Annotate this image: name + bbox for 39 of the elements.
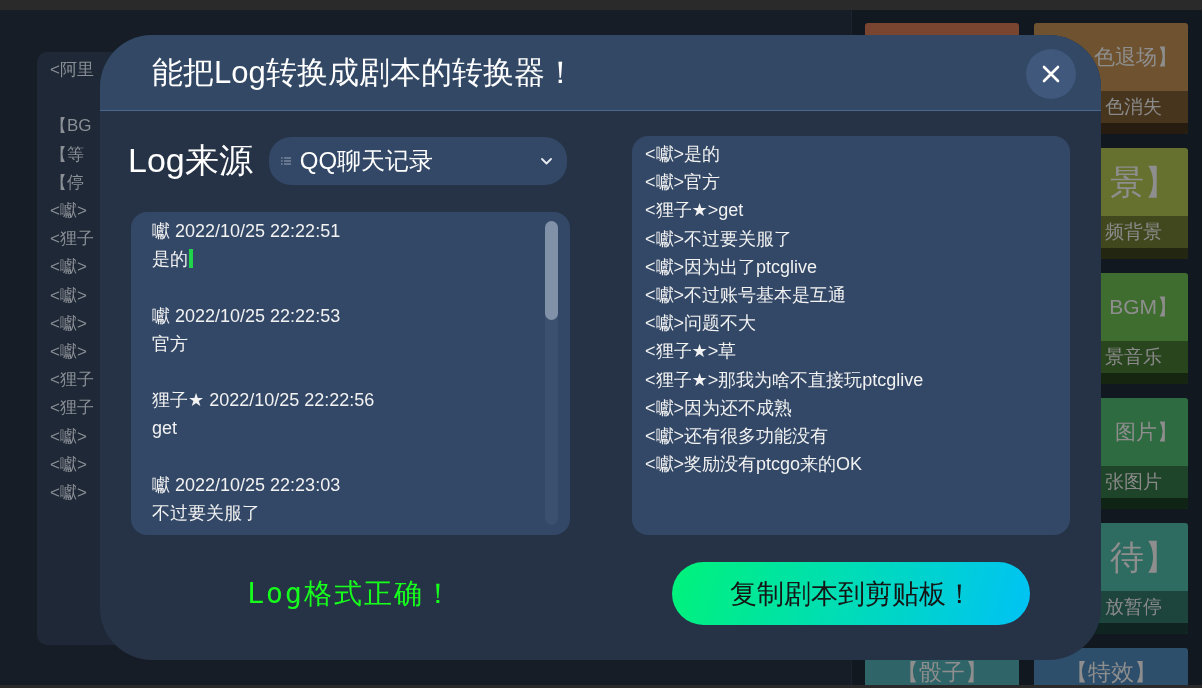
- close-button[interactable]: [1026, 48, 1076, 99]
- script-line: <囐>: [50, 341, 87, 363]
- command-title: 待】: [1110, 538, 1178, 576]
- script-line: 【BG: [50, 115, 92, 138]
- script-line: <狸子: [50, 228, 94, 251]
- script-line: <阿里: [50, 59, 94, 81]
- script-line: <囐>: [50, 482, 87, 505]
- script-line: <囐>: [50, 284, 87, 307]
- script-line: <狸子: [50, 369, 94, 392]
- chevron-down-icon: [541, 157, 552, 165]
- command-title: 色退场】: [1094, 45, 1178, 69]
- script-line: <囐>: [50, 200, 87, 222]
- log-input-field[interactable]: 囐 2022/10/25 22:22:51 是的 囐 2022/10/25 22:22:53 官方 狸子★ 2022/10/25 22:22:56 get 囐 2022/10/25 22:23:03 不过要关服了: [131, 212, 570, 535]
- log-source-select[interactable]: QQ聊天记录: [268, 137, 567, 185]
- validation-message: Log格式正确！: [247, 575, 454, 612]
- script-line: <囐>: [50, 453, 87, 476]
- command-title: 图片】: [1115, 420, 1178, 444]
- script-line: <囐>: [50, 425, 87, 448]
- script-output-field[interactable]: <囐>是的 <囐>官方 <狸子★>get <囐>不过要关服了 <囐>因为出了ptcglive <囐>不过账号基本是互通 <囐>问题不大 <狸子★>草 <狸子★>那我为啥不直接玩ptcglive <囐>因为还不成熟 <囐>还有很多功能没有 <囐>奖励没有ptcgo来的OK: [632, 136, 1070, 535]
- command-description: 景音乐: [1105, 345, 1162, 369]
- dialog-title: 能把Log转换成剧本的转换器！: [152, 53, 576, 92]
- script-line: <囐>: [50, 256, 87, 279]
- command-title: 【骰子】: [896, 660, 988, 684]
- command-title: BGM】: [1109, 295, 1178, 319]
- copy-script-button[interactable]: 复制剧本到剪贴板！: [672, 562, 1030, 625]
- script-line: <狸子: [50, 397, 94, 420]
- scrollbar-thumb[interactable]: [545, 221, 558, 320]
- log-source-label: Log来源: [128, 140, 253, 181]
- command-description: 频背景: [1105, 220, 1162, 244]
- list-icon: [280, 157, 291, 165]
- command-title: 【特效】: [1065, 660, 1157, 684]
- script-line: 【等: [50, 143, 84, 166]
- close-icon: [1042, 64, 1060, 83]
- command-description: 张图片: [1105, 470, 1162, 494]
- command-title: 景】: [1110, 163, 1178, 201]
- command-description: 放暂停: [1105, 595, 1162, 619]
- script-line: 【停: [50, 171, 84, 194]
- command-description: 色消失: [1105, 95, 1162, 119]
- script-line: <囐>: [50, 312, 87, 335]
